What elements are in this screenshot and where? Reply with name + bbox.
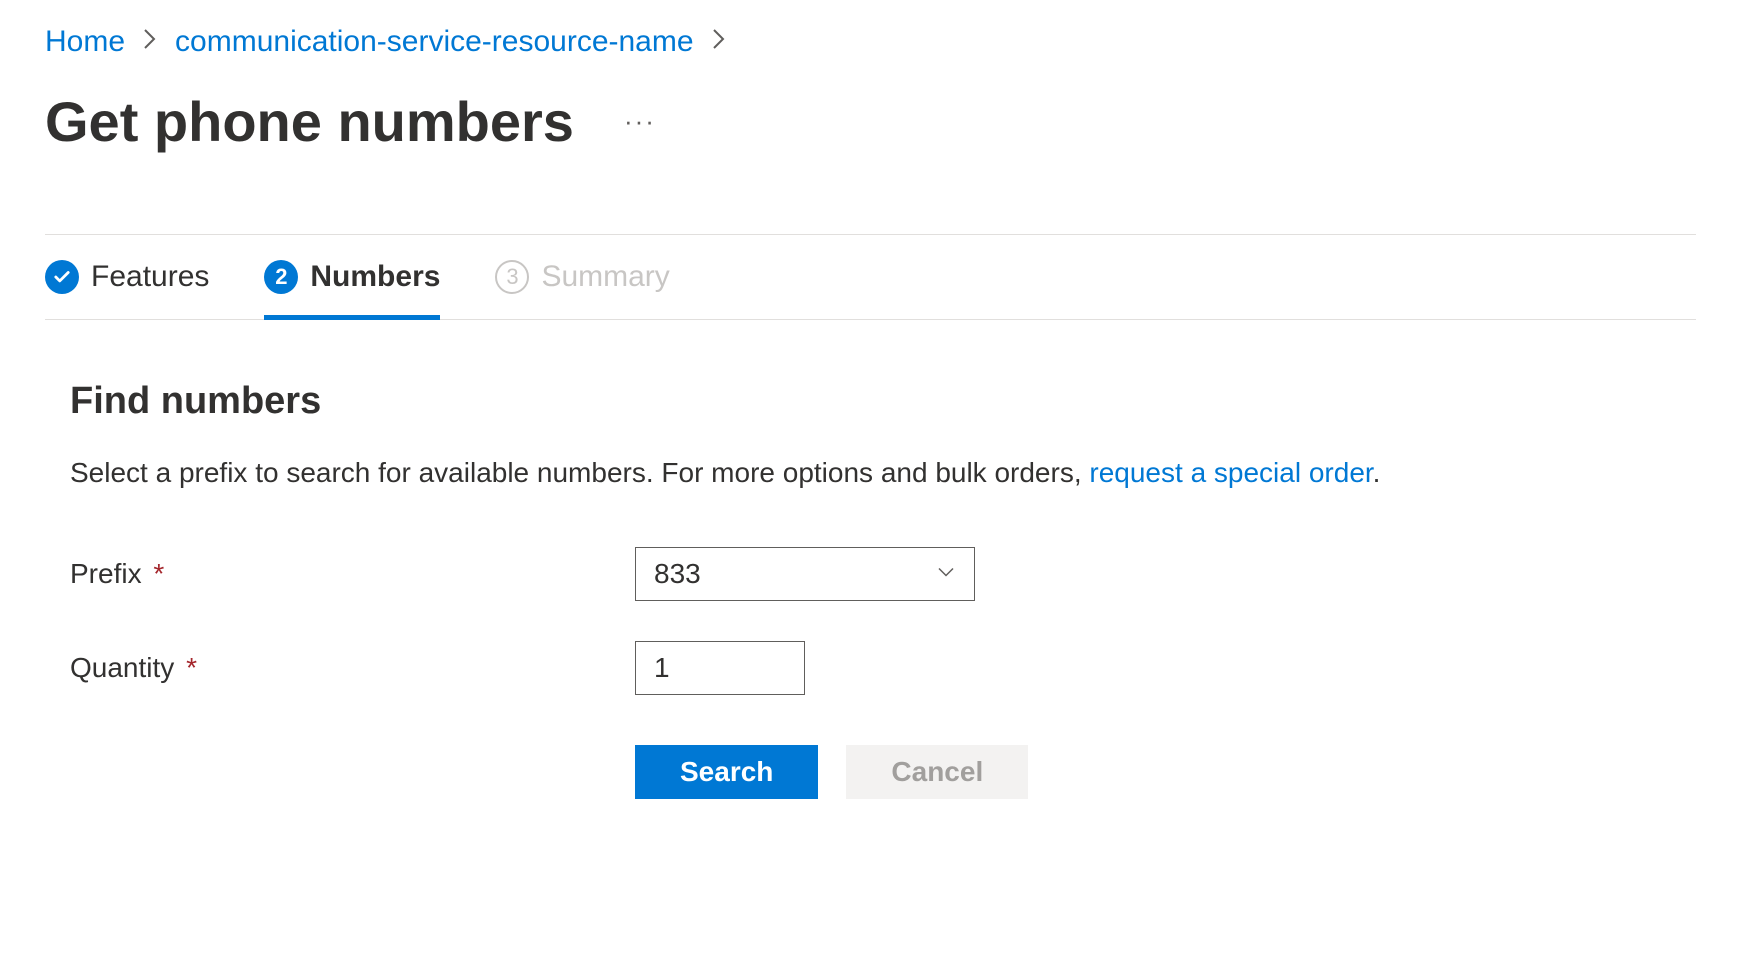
required-indicator: * xyxy=(153,558,164,589)
chevron-right-icon xyxy=(143,28,157,57)
section-title: Find numbers xyxy=(70,380,1671,423)
step-number-icon: 3 xyxy=(495,260,529,294)
special-order-link[interactable]: request a special order xyxy=(1089,457,1372,488)
desc-suffix: . xyxy=(1373,457,1381,488)
content-area: Find numbers Select a prefix to search f… xyxy=(45,320,1696,799)
quantity-input[interactable] xyxy=(635,641,805,695)
step-number-icon: 2 xyxy=(264,260,298,294)
tab-numbers[interactable]: 2 Numbers xyxy=(264,235,440,319)
section-description: Select a prefix to search for available … xyxy=(70,453,1671,492)
tab-label: Summary xyxy=(541,260,669,294)
tab-features[interactable]: Features xyxy=(45,235,209,319)
page-header: Get phone numbers ··· xyxy=(45,89,1696,154)
tab-summary[interactable]: 3 Summary xyxy=(495,235,669,319)
desc-text: Select a prefix to search for available … xyxy=(70,457,1089,488)
cancel-button[interactable]: Cancel xyxy=(846,745,1028,799)
page-title: Get phone numbers xyxy=(45,89,574,154)
prefix-label: Prefix * xyxy=(70,558,635,590)
tab-label: Features xyxy=(91,260,209,294)
quantity-label: Quantity * xyxy=(70,652,635,684)
prefix-select[interactable] xyxy=(635,547,975,601)
prefix-label-text: Prefix xyxy=(70,558,142,589)
breadcrumb-resource[interactable]: communication-service-resource-name xyxy=(175,25,694,59)
prefix-select-wrapper xyxy=(635,547,975,601)
quantity-label-text: Quantity xyxy=(70,652,174,683)
required-indicator: * xyxy=(186,652,197,683)
button-row: Search Cancel xyxy=(635,745,1671,799)
tab-label: Numbers xyxy=(310,260,440,294)
quantity-row: Quantity * xyxy=(70,641,1671,695)
breadcrumb-home[interactable]: Home xyxy=(45,25,125,59)
wizard-tabs: Features 2 Numbers 3 Summary xyxy=(45,234,1696,320)
check-icon xyxy=(45,260,79,294)
more-icon[interactable]: ··· xyxy=(624,106,656,137)
chevron-right-icon xyxy=(712,28,726,57)
search-button[interactable]: Search xyxy=(635,745,818,799)
prefix-row: Prefix * xyxy=(70,547,1671,601)
breadcrumb: Home communication-service-resource-name xyxy=(45,0,1696,59)
